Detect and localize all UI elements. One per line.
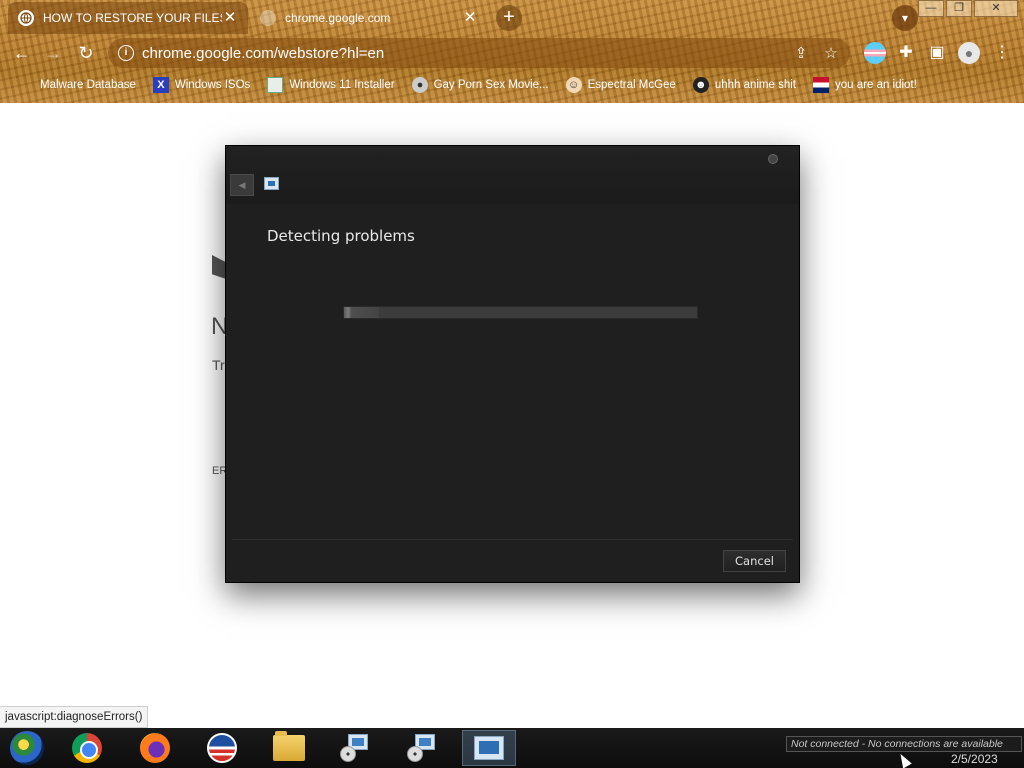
bookmark-label: Windows 11 Installer	[289, 79, 395, 91]
taskbar-setup-2[interactable]	[395, 730, 449, 766]
browser-toolbar: ← → ↻ i chrome.google.com/webstore?hl=en…	[0, 36, 1024, 70]
close-tab-icon[interactable]: ✕	[462, 10, 478, 26]
window-controls: — ❐ ✕	[916, 0, 1018, 17]
anime-icon: ☻	[692, 77, 709, 93]
back-arrow-icon[interactable]: ◀	[230, 174, 254, 196]
site-info-icon[interactable]: i	[118, 45, 134, 61]
bookmark-label: Espectral McGee	[587, 79, 676, 91]
page-text-fragment: Tr	[212, 357, 225, 373]
start-orb-icon	[10, 731, 44, 765]
setup-icon	[340, 734, 370, 762]
bookmark-movie[interactable]: Gay Porn Sex Movie...	[411, 77, 549, 93]
browser-chrome: HOW TO RESTORE YOUR FILES ✕ chrome.googl…	[0, 0, 1024, 103]
cancel-button[interactable]: Cancel	[723, 550, 786, 572]
link-status-bubble: javascript:diagnoseErrors()	[0, 706, 149, 728]
broken-page-icon	[212, 255, 226, 279]
dialog-divider	[232, 539, 793, 540]
progress-fill	[344, 307, 380, 318]
bookmark-windows-11-installer[interactable]: Windows 11 Installer	[267, 77, 395, 93]
bookmark-label: uhhh anime shit	[714, 79, 797, 91]
address-bar[interactable]: i chrome.google.com/webstore?hl=en ⇪ ☆	[108, 38, 850, 68]
bookmarks-bar: Malware Database X Windows ISOs Windows …	[0, 72, 1024, 98]
firefox-icon	[140, 733, 170, 763]
bookmark-malware-database[interactable]: Malware Database	[18, 77, 136, 93]
profile-avatar-icon[interactable]: ●	[958, 42, 980, 64]
tab-chrome-google[interactable]: chrome.google.com ✕	[250, 2, 488, 34]
tab-title: chrome.google.com	[285, 11, 391, 25]
taskbar-setup-1[interactable]	[328, 730, 382, 766]
tab-restore-files[interactable]: HOW TO RESTORE YOUR FILES ✕	[8, 2, 248, 34]
reload-icon[interactable]: ↻	[73, 40, 99, 66]
taskbar-obama-logo[interactable]	[195, 730, 249, 766]
taskbar-chrome[interactable]	[60, 730, 114, 766]
troubleshooter-app-icon	[264, 177, 279, 190]
bookmark-anime[interactable]: ☻ uhhh anime shit	[692, 77, 797, 93]
dialog-header: ◀	[226, 146, 799, 204]
dialog-close-icon[interactable]	[768, 154, 778, 164]
troubleshooter-icon	[474, 736, 504, 760]
bookmark-star-icon[interactable]: ☆	[820, 44, 842, 62]
bookmark-windows-isos[interactable]: X Windows ISOs	[152, 77, 251, 93]
bookmark-espectral-mcgee[interactable]: ☺ Espectral McGee	[565, 77, 676, 93]
extension-flag-icon[interactable]	[864, 42, 886, 64]
flag-icon	[813, 77, 830, 93]
forward-icon[interactable]: →	[40, 40, 66, 66]
bookmark-label: Windows ISOs	[174, 79, 251, 91]
tab-title: HOW TO RESTORE YOUR FILES	[43, 11, 222, 25]
taskbar-troubleshooter[interactable]	[462, 730, 516, 766]
taskbar-firefox[interactable]	[128, 730, 182, 766]
taskbar-file-explorer[interactable]	[262, 730, 316, 766]
side-panel-icon[interactable]: ▣	[926, 42, 948, 64]
back-icon[interactable]: ←	[9, 40, 35, 66]
globe-icon	[18, 10, 34, 26]
chrome-icon	[72, 733, 102, 763]
extensions-puzzle-icon[interactable]: ✚	[895, 42, 917, 64]
bookmark-label: Gay Porn Sex Movie...	[433, 79, 549, 91]
dialog-heading: Detecting problems	[267, 227, 415, 245]
disc-icon	[411, 77, 428, 93]
new-tab-button[interactable]: +	[496, 5, 522, 31]
restore-button[interactable]: ❐	[946, 0, 972, 17]
troubleshooter-dialog: ◀ Detecting problems Cancel	[225, 145, 800, 583]
setup-icon	[407, 734, 437, 762]
close-window-button[interactable]: ✕	[974, 0, 1018, 17]
share-icon[interactable]: ⇪	[790, 44, 812, 62]
tab-search-button[interactable]: ▾	[892, 5, 918, 31]
face-icon: ☺	[565, 77, 582, 93]
malware-icon	[18, 77, 34, 93]
bookmark-you-are-an-idiot[interactable]: you are an idiot!	[813, 77, 917, 93]
start-button[interactable]	[0, 730, 54, 766]
taskbar: Not connected - No connections are avail…	[0, 728, 1024, 768]
mouse-cursor-icon	[896, 751, 912, 768]
url-text[interactable]: chrome.google.com/webstore?hl=en	[142, 45, 790, 62]
close-tab-icon[interactable]: ✕	[222, 10, 238, 26]
installer-icon	[267, 77, 284, 93]
obama-logo-icon	[207, 733, 237, 763]
bookmark-label: Malware Database	[40, 79, 136, 91]
minimize-button[interactable]: —	[918, 0, 944, 17]
menu-kebab-icon[interactable]: ⋮	[991, 42, 1013, 64]
loading-icon	[260, 10, 276, 26]
bookmark-label: you are an idiot!	[835, 79, 917, 91]
x-icon: X	[152, 77, 169, 93]
folder-icon	[273, 731, 305, 761]
clock-date[interactable]: 2/5/2023	[951, 752, 998, 766]
tab-strip: HOW TO RESTORE YOUR FILES ✕ chrome.googl…	[0, 0, 1024, 34]
network-tray-notification[interactable]: Not connected - No connections are avail…	[786, 736, 1022, 752]
progress-bar	[343, 306, 698, 319]
